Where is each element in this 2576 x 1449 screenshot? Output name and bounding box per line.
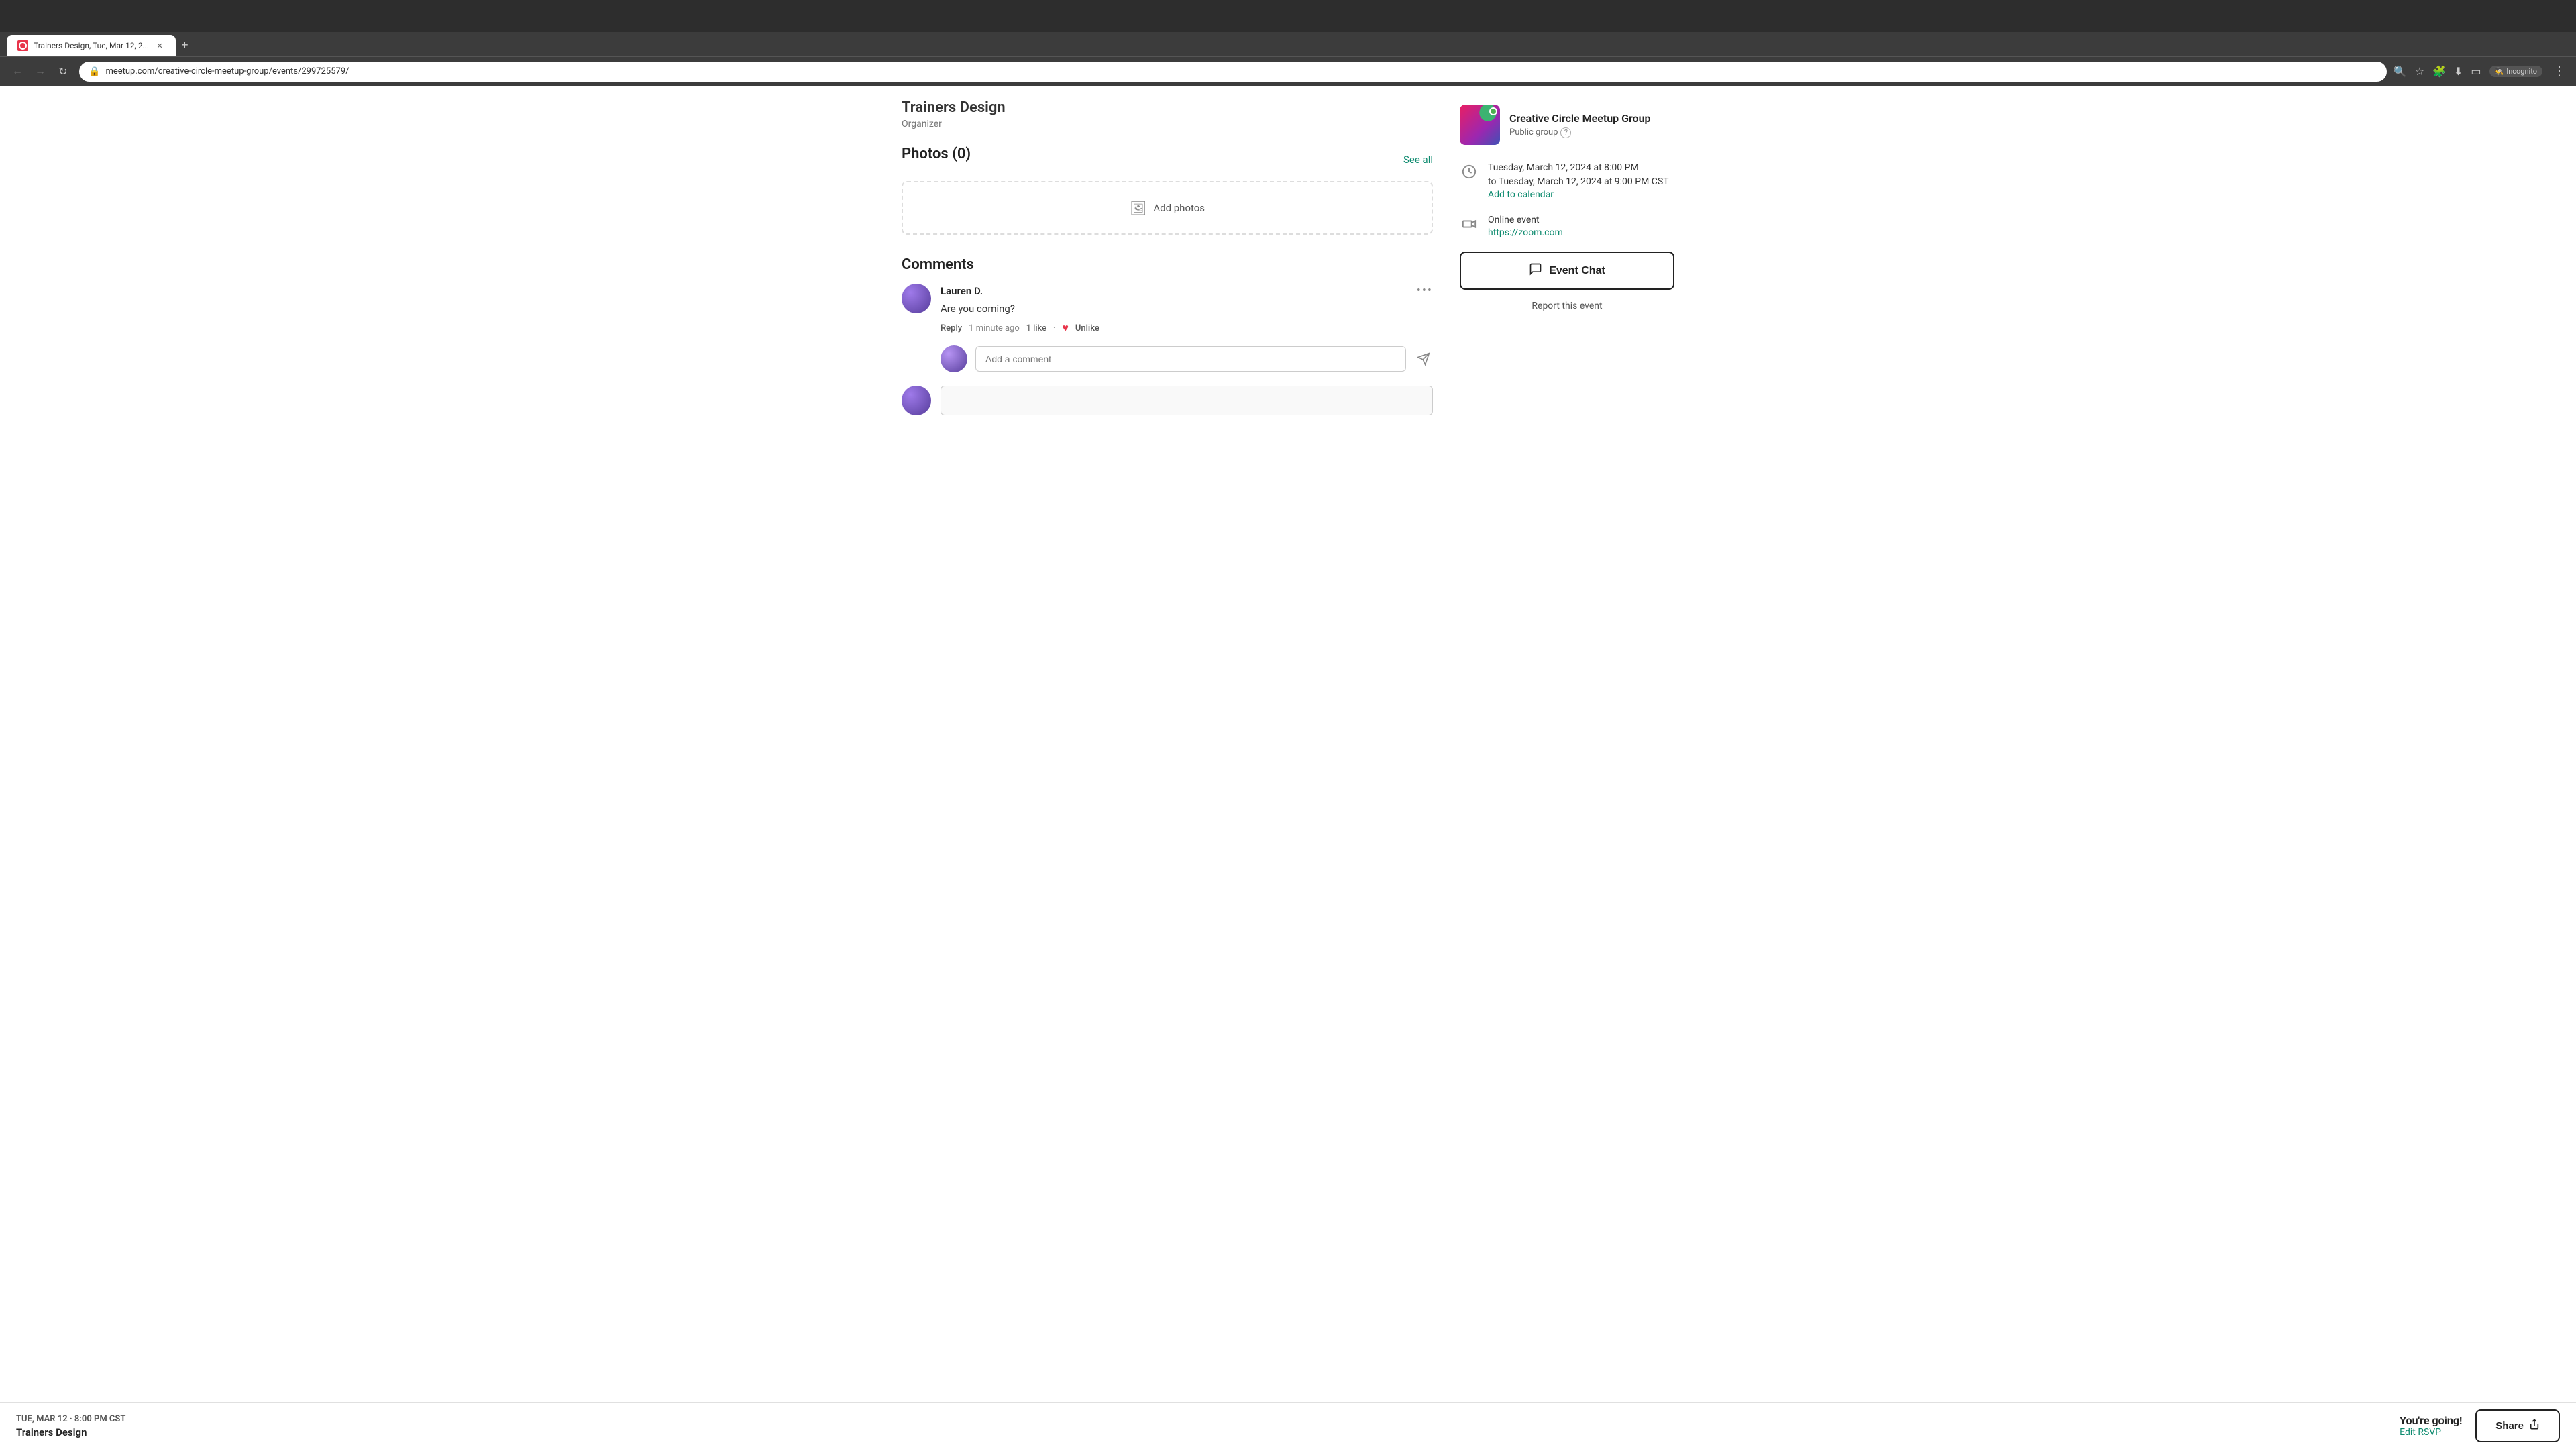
heart-icon[interactable]: ♥ xyxy=(1062,321,1069,335)
reply-input[interactable] xyxy=(975,346,1406,372)
see-all-link[interactable]: See all xyxy=(1403,154,1433,166)
event-date-text: Tuesday, March 12, 2024 at 8:00 PM xyxy=(1488,161,1669,175)
address-bar: ← → ↻ 🔒 meetup.com/creative-circle-meetu… xyxy=(0,56,2576,86)
group-logo[interactable] xyxy=(1460,105,1500,145)
toolbar-icons: 🔍 ☆ 🧩 ⬇ ▭ 🕵 Incognito ⋮ xyxy=(2394,62,2568,81)
tab-title: Trainers Design, Tue, Mar 12, 2... xyxy=(34,41,149,50)
reply-button[interactable]: Reply xyxy=(941,323,962,333)
share-button[interactable]: Share xyxy=(2475,1409,2560,1442)
organizer-label: Organizer xyxy=(902,119,1433,129)
add-photos-label: Add photos xyxy=(1153,202,1205,214)
active-tab[interactable]: Trainers Design, Tue, Mar 12, 2... ✕ xyxy=(7,35,176,56)
event-datetime-content: Tuesday, March 12, 2024 at 8:00 PM to Tu… xyxy=(1488,161,1669,200)
event-location: Online event https://zoom.com xyxy=(1460,213,1674,238)
photos-title: Photos (0) xyxy=(902,146,971,162)
online-indicator xyxy=(1489,107,1497,115)
comment-body: Lauren D. ••• Are you coming? Reply 1 mi… xyxy=(941,284,1433,335)
commenter-avatar xyxy=(902,284,931,313)
avatar-image xyxy=(902,284,931,313)
zoom-link[interactable]: https://zoom.com xyxy=(1488,227,1563,238)
like-count: 1 like xyxy=(1026,323,1046,333)
reload-button[interactable]: ↻ xyxy=(54,62,72,81)
url-text: meetup.com/creative-circle-meetup-group/… xyxy=(105,66,2377,76)
incognito-badge: 🕵 Incognito xyxy=(2489,66,2543,77)
going-text: You're going! xyxy=(2400,1414,2462,1427)
left-column: Trainers Design Organizer Photos (0) See… xyxy=(902,99,1433,429)
comment-timestamp: 1 minute ago xyxy=(969,323,1020,333)
organizer-section: Trainers Design Organizer xyxy=(902,99,1433,129)
bottom-actions: You're going! Edit RSVP Share xyxy=(2400,1409,2560,1442)
event-bottom-date: TUE, MAR 12 · 8:00 PM CST xyxy=(16,1414,125,1424)
group-type-label: Public group xyxy=(1509,127,1558,138)
incognito-label: Incognito xyxy=(2506,67,2537,76)
group-card: Creative Circle Meetup Group Public grou… xyxy=(1460,105,1674,145)
share-icon xyxy=(2529,1419,2540,1433)
second-comment-input[interactable] xyxy=(941,386,1433,415)
organizer-name: Trainers Design xyxy=(902,99,1433,116)
photo-icon: 🖼 xyxy=(1130,200,1146,216)
event-bottom-info: TUE, MAR 12 · 8:00 PM CST Trainers Desig… xyxy=(16,1414,125,1438)
comment-header: Lauren D. ••• xyxy=(941,284,1433,298)
incognito-icon: 🕵 xyxy=(2495,67,2504,76)
second-comment-area xyxy=(902,386,1433,415)
tab-close-btn[interactable]: ✕ xyxy=(154,40,165,51)
browser-chrome xyxy=(0,0,2576,32)
back-button[interactable]: ← xyxy=(8,62,27,81)
commenter-name: Lauren D. xyxy=(941,285,983,297)
event-datetime: Tuesday, March 12, 2024 at 8:00 PM to Tu… xyxy=(1460,161,1674,200)
lock-icon: 🔒 xyxy=(89,66,100,77)
search-icon[interactable]: 🔍 xyxy=(2394,65,2407,78)
unlike-button[interactable]: Unlike xyxy=(1075,323,1099,333)
comment-item: Lauren D. ••• Are you coming? Reply 1 mi… xyxy=(902,284,1433,335)
clock-icon xyxy=(1460,162,1479,181)
event-type-text: Online event xyxy=(1488,213,1563,227)
edit-rsvp-link[interactable]: Edit RSVP xyxy=(2400,1427,2462,1438)
photos-header: Photos (0) See all xyxy=(902,146,1433,173)
bookmark-icon[interactable]: ☆ xyxy=(2415,65,2424,78)
going-strong: You're going! xyxy=(2400,1414,2462,1427)
browser-menu[interactable]: ⋮ xyxy=(2551,62,2568,81)
event-date-end-text: to Tuesday, March 12, 2024 at 9:00 PM CS… xyxy=(1488,175,1669,189)
group-info: Creative Circle Meetup Group Public grou… xyxy=(1509,112,1651,138)
video-icon xyxy=(1460,215,1479,233)
online-event-content: Online event https://zoom.com xyxy=(1488,213,1563,238)
info-icon[interactable]: ? xyxy=(1560,127,1571,138)
report-event-link[interactable]: Report this event xyxy=(1460,301,1674,311)
tab-bar: Trainers Design, Tue, Mar 12, 2... ✕ + xyxy=(0,32,2576,56)
comments-section: Comments Lauren D. ••• Are you coming? R… xyxy=(902,256,1433,415)
reply-input-area xyxy=(941,345,1433,372)
navigation-buttons: ← → ↻ xyxy=(8,62,72,81)
separator: · xyxy=(1053,323,1055,333)
event-bottom-title: Trainers Design xyxy=(16,1426,125,1438)
reply-avatar xyxy=(941,345,967,372)
extensions-icon[interactable]: 🧩 xyxy=(2432,65,2446,78)
bottom-bar: TUE, MAR 12 · 8:00 PM CST Trainers Desig… xyxy=(0,1402,2576,1449)
comment-actions: Reply 1 minute ago 1 like · ♥ Unlike xyxy=(941,321,1433,335)
page-scroll: Trainers Design Organizer Photos (0) See… xyxy=(0,86,2576,1409)
url-bar[interactable]: 🔒 meetup.com/creative-circle-meetup-grou… xyxy=(79,62,2387,82)
comments-title: Comments xyxy=(902,256,1433,273)
group-name: Creative Circle Meetup Group xyxy=(1509,112,1651,125)
tab-favicon xyxy=(17,40,28,51)
event-chat-label: Event Chat xyxy=(1549,265,1605,277)
share-label: Share xyxy=(2496,1420,2524,1432)
devices-icon[interactable]: ▭ xyxy=(2471,65,2481,78)
going-section: You're going! Edit RSVP xyxy=(2400,1414,2462,1438)
group-type: Public group ? xyxy=(1509,127,1651,138)
right-sidebar: Creative Circle Meetup Group Public grou… xyxy=(1460,99,1674,429)
add-photos-area[interactable]: 🖼 Add photos xyxy=(902,181,1433,235)
second-comment-avatar xyxy=(902,386,931,415)
forward-button[interactable]: → xyxy=(31,62,50,81)
send-reply-button[interactable] xyxy=(1414,350,1433,368)
chat-icon xyxy=(1529,262,1542,279)
second-avatar-image xyxy=(902,386,931,415)
comment-menu-btn[interactable]: ••• xyxy=(1417,284,1433,298)
event-chat-button[interactable]: Event Chat xyxy=(1460,252,1674,290)
download-icon[interactable]: ⬇ xyxy=(2454,65,2463,78)
new-tab-button[interactable]: + xyxy=(176,36,194,54)
comment-text: Are you coming? xyxy=(941,302,1433,316)
add-to-calendar-link[interactable]: Add to calendar xyxy=(1488,189,1669,200)
main-layout: Trainers Design Organizer Photos (0) See… xyxy=(885,86,1690,442)
